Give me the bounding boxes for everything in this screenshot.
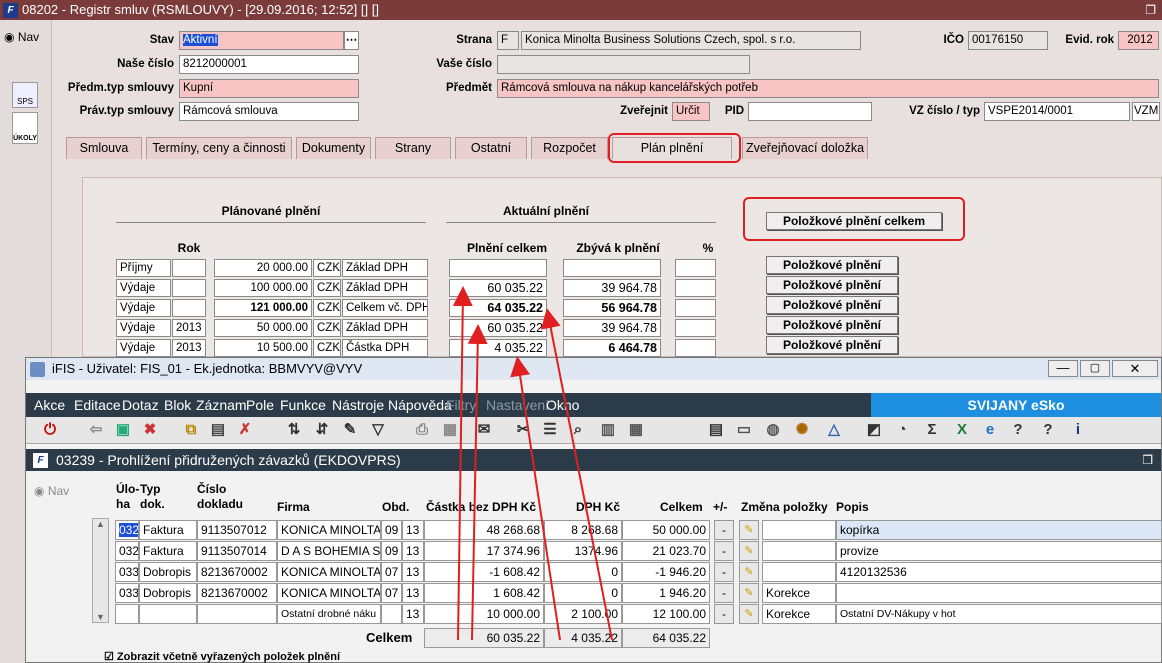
arrow-4	[510, 356, 561, 641]
arrow-2	[467, 324, 488, 641]
arrow-3	[540, 308, 613, 641]
arrow-1	[452, 286, 473, 641]
annotation-arrows	[452, 286, 613, 641]
